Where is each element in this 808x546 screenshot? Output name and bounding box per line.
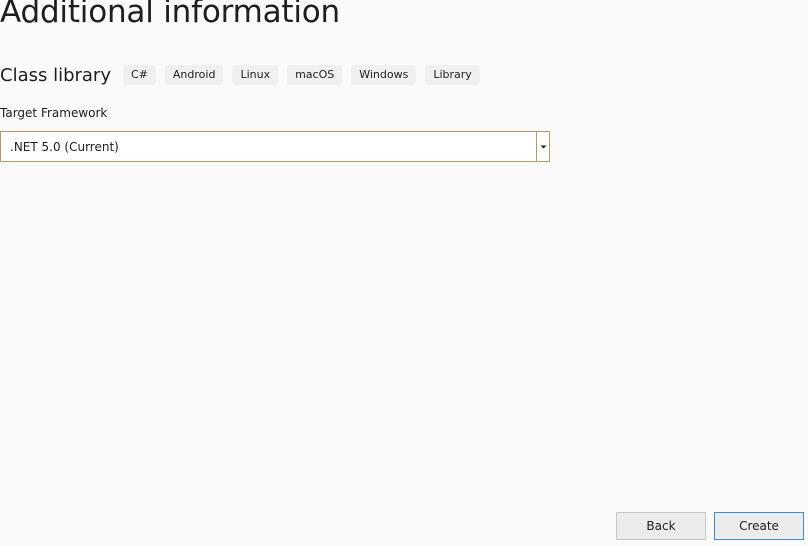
page-title: Additional information	[0, 0, 340, 30]
create-button[interactable]: Create	[714, 512, 804, 540]
dropdown-arrow-icon[interactable]	[536, 132, 549, 161]
tag-windows: Windows	[351, 65, 417, 85]
template-tags: C# Android Linux macOS Windows Library	[123, 65, 480, 85]
tag-csharp: C#	[123, 65, 156, 85]
tag-macos: macOS	[287, 65, 343, 85]
template-info: Class library C# Android Linux macOS Win…	[0, 62, 480, 88]
target-framework-dropdown[interactable]: .NET 5.0 (Current)	[0, 131, 550, 162]
target-framework-label: Target Framework	[0, 106, 108, 120]
back-button[interactable]: Back	[616, 512, 706, 540]
tag-android: Android	[164, 65, 224, 85]
template-name: Class library	[0, 64, 111, 86]
target-framework-value: .NET 5.0 (Current)	[10, 139, 119, 154]
tag-library: Library	[425, 65, 480, 85]
tag-linux: Linux	[232, 65, 279, 85]
